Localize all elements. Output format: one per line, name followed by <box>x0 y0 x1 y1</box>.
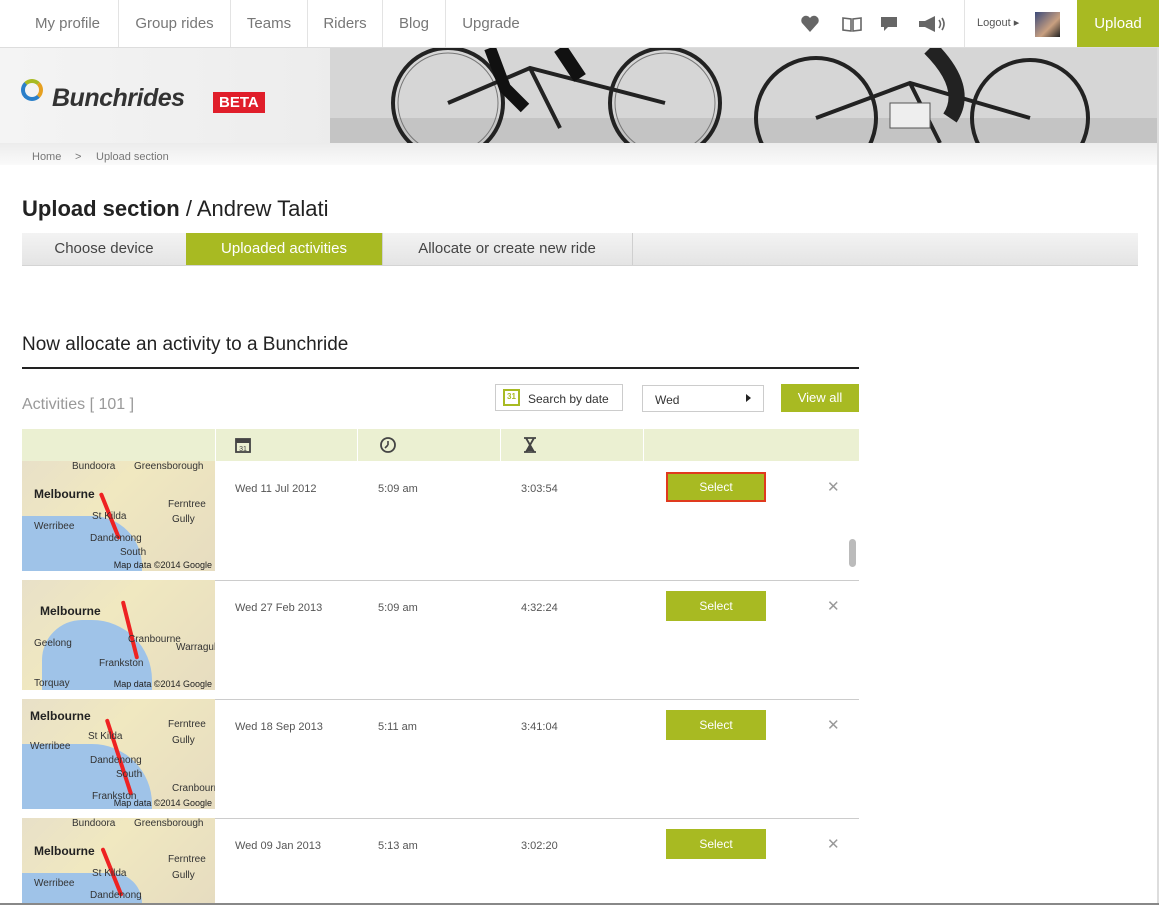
activities-count: Activities [ 101 ] <box>22 396 135 413</box>
nav-teams[interactable]: Teams <box>231 0 308 47</box>
nav-riders[interactable]: Riders <box>308 0 383 47</box>
activity-time: 5:09 am <box>378 483 418 495</box>
activity-duration: 3:02:20 <box>521 840 558 852</box>
table-row: Melbourne Bundoora Greensborough Ferntre… <box>22 461 859 581</box>
nav-blog[interactable]: Blog <box>383 0 446 47</box>
route-map[interactable]: Melbourne Ferntree Gully Werribee St Kil… <box>22 699 215 809</box>
upload-button[interactable]: Upload <box>1077 0 1159 47</box>
delete-activity-icon[interactable]: ✕ <box>827 716 840 734</box>
day-filter-value: Wed <box>655 393 680 407</box>
activity-time: 5:13 am <box>378 840 418 852</box>
activity-duration: 4:32:24 <box>521 602 558 614</box>
clock-icon <box>380 437 396 453</box>
delete-activity-icon[interactable]: ✕ <box>827 597 840 615</box>
table-row: Melbourne Ferntree Gully Werribee St Kil… <box>22 699 859 819</box>
book-icon[interactable] <box>841 14 863 34</box>
activity-time: 5:09 am <box>378 602 418 614</box>
activity-date: Wed 18 Sep 2013 <box>235 721 323 733</box>
day-filter-select[interactable]: Wed <box>642 385 764 412</box>
nav-group-rides[interactable]: Group rides <box>119 0 231 47</box>
beta-badge: BETA <box>213 92 265 113</box>
logout-link[interactable]: Logout ▸ <box>977 16 1019 29</box>
activity-date: Wed 27 Feb 2013 <box>235 602 323 614</box>
nav-upgrade[interactable]: Upgrade <box>446 0 536 47</box>
chat-icon[interactable] <box>879 14 899 34</box>
section-title: Now allocate an activity to a Bunchride <box>22 334 349 355</box>
megaphone-icon[interactable] <box>917 14 949 34</box>
calendar-icon: 31 <box>503 389 520 406</box>
brand-logo[interactable]: Bunchrides <box>52 84 185 113</box>
activity-time: 5:11 am <box>378 721 417 733</box>
nav-my-profile[interactable]: My profile <box>17 0 119 47</box>
route-map[interactable]: Melbourne Geelong Cranbourne Frankston W… <box>22 580 215 690</box>
activity-duration: 3:41:04 <box>521 721 558 733</box>
avatar[interactable] <box>1035 12 1060 37</box>
breadcrumb-home[interactable]: Home <box>32 151 61 163</box>
activity-date: Wed 09 Jan 2013 <box>235 840 322 852</box>
svg-text:31: 31 <box>239 446 247 453</box>
section-divider <box>22 367 859 369</box>
breadcrumb-current: Upload section <box>96 151 169 163</box>
hourglass-icon <box>524 437 536 453</box>
heart-icon[interactable] <box>800 14 820 34</box>
route-map[interactable]: Melbourne Bundoora Greensborough Ferntre… <box>22 461 215 571</box>
table-row: Melbourne Geelong Cranbourne Frankston W… <box>22 580 859 700</box>
page-title: Upload section / Andrew Talati <box>22 196 329 221</box>
view-all-button[interactable]: View all <box>781 384 859 412</box>
cyclists-photo <box>330 48 1159 143</box>
caret-right-icon: ▸ <box>1013 17 1020 29</box>
logo-ring-icon <box>21 79 43 101</box>
delete-activity-icon[interactable]: ✕ <box>827 478 840 496</box>
search-by-date-button[interactable]: 31 Search by date <box>495 384 623 411</box>
tab-allocate-ride[interactable]: Allocate or create new ride <box>382 233 633 265</box>
select-activity-button[interactable]: Select <box>666 710 766 740</box>
calendar-icon: 31 <box>235 438 251 453</box>
breadcrumb: Home > Upload section <box>0 143 1159 165</box>
caret-right-icon <box>746 394 751 402</box>
table-header: 31 <box>22 429 859 461</box>
delete-activity-icon[interactable]: ✕ <box>827 835 840 853</box>
breadcrumb-separator: > <box>75 151 82 163</box>
activity-duration: 3:03:54 <box>521 483 558 495</box>
select-activity-button[interactable]: Select <box>666 829 766 859</box>
tab-choose-device[interactable]: Choose device <box>22 233 187 265</box>
table-row: Melbourne Bundoora Greensborough Ferntre… <box>22 818 859 903</box>
activity-date: Wed 11 Jul 2012 <box>235 483 317 495</box>
tab-uploaded-activities[interactable]: Uploaded activities <box>186 233 383 265</box>
list-scrollbar[interactable] <box>849 539 856 567</box>
top-nav: My profile Group rides Teams Riders Blog… <box>0 0 1159 48</box>
upload-tabs: Choose device Uploaded activities Alloca… <box>22 233 1138 266</box>
hero-banner: Bunchrides <box>0 48 1159 143</box>
nav-separator <box>964 0 965 47</box>
select-activity-button[interactable]: Select <box>666 472 766 502</box>
route-map[interactable]: Melbourne Bundoora Greensborough Ferntre… <box>22 818 215 903</box>
search-by-date-label: Search by date <box>528 392 609 406</box>
select-activity-button[interactable]: Select <box>666 591 766 621</box>
